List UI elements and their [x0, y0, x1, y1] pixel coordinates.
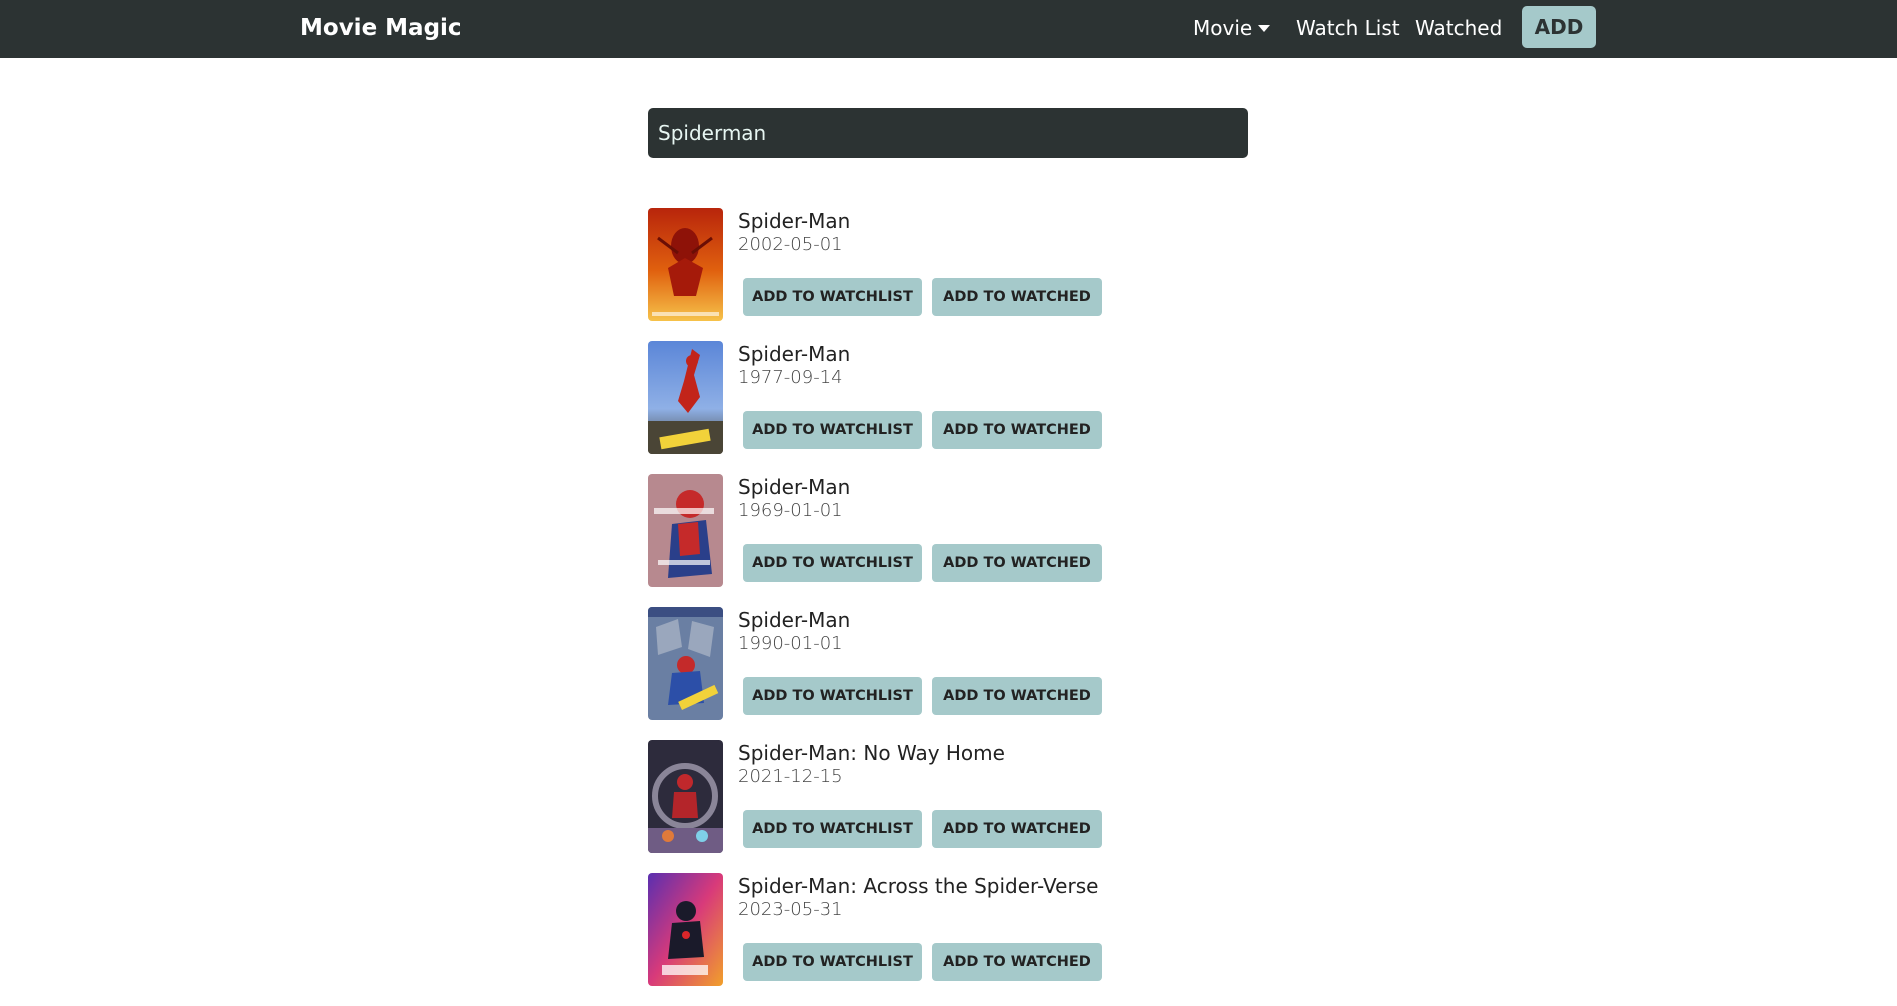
add-to-watchlist-button[interactable]: ADD TO WATCHLIST — [743, 278, 922, 316]
nav-movie-label: Movie — [1193, 16, 1253, 40]
search-input[interactable] — [648, 108, 1248, 158]
list-item: Spider-Man: Across the Spider-Verse 2023… — [648, 873, 1248, 1006]
movie-title: Spider-Man — [738, 608, 851, 632]
add-to-watched-button[interactable]: ADD TO WATCHED — [932, 677, 1102, 715]
add-button[interactable]: ADD — [1522, 6, 1596, 48]
add-to-watched-button[interactable]: ADD TO WATCHED — [932, 544, 1102, 582]
results-list: Spider-Man 2002-05-01 ADD TO WATCHLIST A… — [648, 208, 1248, 1006]
add-to-watched-button[interactable]: ADD TO WATCHED — [932, 278, 1102, 316]
movie-poster — [648, 873, 723, 986]
movie-date: 2002-05-01 — [738, 234, 843, 255]
list-item: Spider-Man 1969-01-01 ADD TO WATCHLIST A… — [648, 474, 1248, 607]
movie-title: Spider-Man — [738, 342, 851, 366]
movie-title: Spider-Man — [738, 209, 851, 233]
add-to-watched-button[interactable]: ADD TO WATCHED — [932, 411, 1102, 449]
list-item: Spider-Man 1990-01-01 ADD TO WATCHLIST A… — [648, 607, 1248, 740]
movie-poster — [648, 607, 723, 720]
nav-watch-list[interactable]: Watch List — [1296, 15, 1400, 41]
add-to-watched-button[interactable]: ADD TO WATCHED — [932, 810, 1102, 848]
movie-date: 1990-01-01 — [738, 633, 843, 654]
movie-date: 2021-12-15 — [738, 766, 843, 787]
list-item: Spider-Man 1977-09-14 ADD TO WATCHLIST A… — [648, 341, 1248, 474]
movie-poster — [648, 740, 723, 853]
movie-date: 1977-09-14 — [738, 367, 843, 388]
add-to-watchlist-button[interactable]: ADD TO WATCHLIST — [743, 943, 922, 981]
add-to-watchlist-button[interactable]: ADD TO WATCHLIST — [743, 677, 922, 715]
list-item: Spider-Man 2002-05-01 ADD TO WATCHLIST A… — [648, 208, 1248, 341]
movie-title: Spider-Man — [738, 475, 851, 499]
movie-poster — [648, 208, 723, 321]
add-to-watchlist-button[interactable]: ADD TO WATCHLIST — [743, 411, 922, 449]
movie-title: Spider-Man: No Way Home — [738, 741, 1005, 765]
add-to-watched-button[interactable]: ADD TO WATCHED — [932, 943, 1102, 981]
movie-date: 1969-01-01 — [738, 500, 843, 521]
add-to-watchlist-button[interactable]: ADD TO WATCHLIST — [743, 544, 922, 582]
nav-watched[interactable]: Watched — [1415, 15, 1502, 41]
nav-movie-dropdown[interactable]: Movie — [1193, 15, 1271, 41]
add-to-watchlist-button[interactable]: ADD TO WATCHLIST — [743, 810, 922, 848]
brand-logo[interactable]: Movie Magic — [300, 13, 462, 43]
list-item: Spider-Man: No Way Home 2021-12-15 ADD T… — [648, 740, 1248, 873]
movie-date: 2023-05-31 — [738, 899, 843, 920]
navbar: Movie Magic Movie Watch List Watched ADD — [0, 0, 1897, 58]
movie-poster — [648, 474, 723, 587]
chevron-down-icon — [1258, 24, 1271, 32]
movie-poster — [648, 341, 723, 454]
movie-title: Spider-Man: Across the Spider-Verse — [738, 874, 1099, 898]
